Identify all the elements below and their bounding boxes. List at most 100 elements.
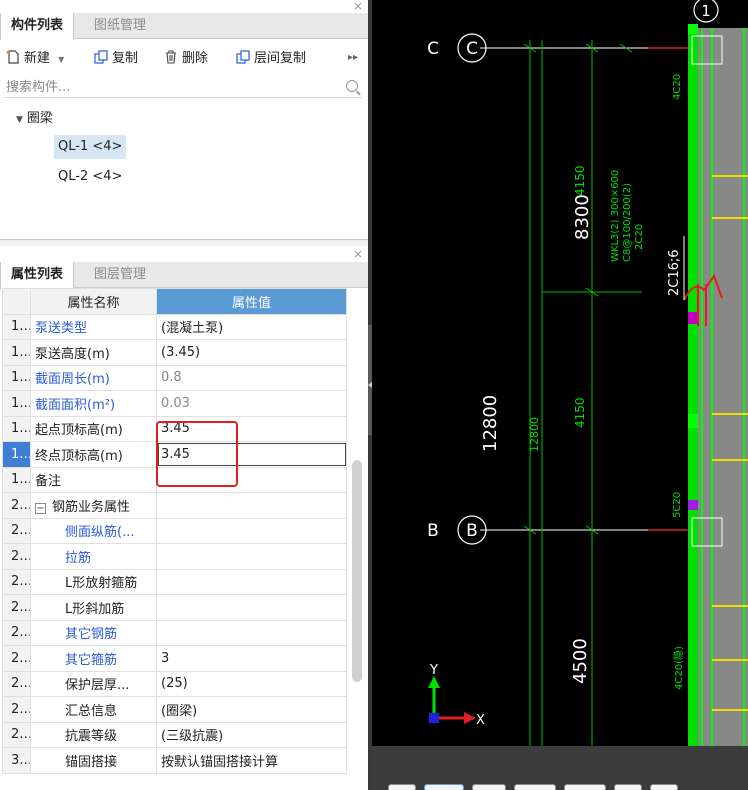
beam-edge-green [688, 28, 698, 746]
axis-b-label: B [466, 521, 478, 541]
table-row[interactable]: 20− 钢筋业务属性 [2, 492, 347, 519]
new-button[interactable]: 新建 ▼ [6, 48, 64, 70]
double-chevron-right-icon[interactable]: ▸▸ [348, 52, 358, 63]
view-button[interactable] [472, 784, 506, 790]
tab-component-list[interactable]: 构件列表 [0, 13, 75, 40]
axis-1-label: 1 [701, 2, 711, 20]
view-button[interactable] [564, 784, 606, 790]
row-number: 20 [2, 492, 31, 519]
component-toolbar: 新建 ▼ 复制 删除 层间复制 ▸▸ [0, 44, 368, 74]
view-button[interactable] [650, 784, 678, 790]
table-row[interactable]: 24 L形斜加筋 [2, 594, 347, 621]
grip-point[interactable] [688, 414, 698, 428]
property-value-cell[interactable]: 按默认锚固搭接计算 [156, 747, 347, 774]
table-row[interactable]: 25 其它钢筋 [2, 619, 347, 646]
rebar-label: 2C16;6 [667, 249, 682, 296]
tab-layer-manage[interactable]: 图层管理 [84, 262, 156, 288]
property-value-cell[interactable]: (3.45) [156, 339, 347, 366]
property-value-cell[interactable]: (25) [156, 670, 347, 697]
table-row[interactable]: 27 保护层厚... (25) [2, 670, 347, 697]
property-value-cell[interactable]: 0.03 [156, 390, 347, 417]
tab-drawing-manage[interactable]: 图纸管理 [84, 13, 156, 39]
table-row[interactable]: 15 截面周长(m) 0.8 [2, 364, 347, 391]
grip-point[interactable] [688, 312, 698, 324]
property-value-cell[interactable]: 3 [156, 645, 347, 672]
component-tabbar: 构件列表 图纸管理 [0, 13, 368, 40]
view-button[interactable] [388, 784, 416, 790]
property-value-cell[interactable]: (混凝土泵) [156, 313, 347, 340]
cad-viewport[interactable]: C C B B 8300 12800 4150 4150 12800 4500 … [372, 0, 748, 790]
table-row[interactable]: 22 拉筋 [2, 543, 347, 570]
row-number: 19 [2, 466, 31, 493]
table-row[interactable]: 29 抗震等级 (三级抗震) [2, 721, 347, 748]
tree-item-ql2[interactable]: QL-2 <4> [54, 165, 126, 189]
property-name-cell: L形斜加筋 [30, 594, 157, 621]
table-row[interactable]: 30 锚固搭接 按默认锚固搭接计算 [2, 747, 347, 774]
property-name-cell: 截面周长(m) [30, 364, 157, 391]
ucs-x-arrow [464, 712, 476, 724]
search-icon[interactable] [346, 80, 358, 92]
close-icon[interactable]: × [352, 0, 364, 12]
table-row[interactable]: 14 泵送高度(m) (3.45) [2, 339, 347, 366]
property-name: 抗震等级 [65, 729, 118, 745]
search-input[interactable] [4, 76, 324, 98]
property-value-cell[interactable] [156, 619, 347, 646]
property-name-cell: 其它钢筋 [30, 619, 157, 646]
highlight-box [156, 421, 238, 487]
table-row[interactable]: 21 侧面纵筋(... [2, 517, 347, 544]
property-name: 侧面纵筋(... [65, 525, 135, 541]
label-4c20: 4C20 [672, 74, 683, 100]
chevron-down-icon[interactable]: ▼ [58, 55, 64, 64]
property-name: 汇总信息 [65, 703, 118, 719]
property-name: 备注 [35, 474, 62, 490]
row-number: 14 [2, 339, 31, 366]
row-number: 15 [2, 364, 31, 391]
caret-down-icon[interactable]: ▼ [16, 115, 23, 125]
grip-point[interactable] [688, 500, 698, 510]
view-button[interactable] [424, 784, 464, 790]
property-value-cell[interactable]: 0.8 [156, 364, 347, 391]
property-value-cell[interactable] [156, 594, 347, 621]
delete-button[interactable]: 删除 [164, 48, 208, 70]
property-name-cell: 锚固搭接 [30, 747, 157, 774]
property-name-cell: 其它箍筋 [30, 645, 157, 672]
ucs-y-label: Y [429, 663, 438, 678]
table-row[interactable]: 16 截面面积(m²) 0.03 [2, 390, 347, 417]
view-button[interactable] [514, 784, 556, 790]
row-number: 30 [2, 747, 31, 774]
row-number: 29 [2, 721, 31, 748]
collapse-icon[interactable]: − [35, 502, 46, 514]
tree-group-ring-beam[interactable]: ▼ 圈梁 [16, 107, 53, 126]
floor-copy-button-label: 层间复制 [254, 51, 307, 66]
floor-copy-button[interactable]: 层间复制 [236, 48, 306, 70]
table-row[interactable]: 26 其它箍筋 3 [2, 645, 347, 672]
copy-button[interactable]: 复制 [94, 48, 138, 70]
copy-button-label: 复制 [112, 51, 139, 66]
tree-group-label: 圈梁 [26, 111, 53, 126]
vertical-scrollbar[interactable] [352, 460, 362, 682]
view-button[interactable] [614, 784, 642, 790]
tab-property-list[interactable]: 属性列表 [0, 262, 75, 289]
row-number: 17 [2, 415, 31, 442]
table-row[interactable]: 23 L形放射箍筋 [2, 568, 347, 595]
property-name-cell: 抗震等级 [30, 721, 157, 748]
property-value-cell[interactable] [156, 517, 347, 544]
property-value-cell[interactable]: (三级抗震) [156, 721, 347, 748]
property-value-cell[interactable] [156, 568, 347, 595]
property-name: 泵送高度(m) [35, 346, 110, 362]
property-value-cell[interactable] [156, 543, 347, 570]
table-row[interactable]: 13 泵送类型 (混凝土泵) [2, 313, 347, 340]
tree-item-ql1[interactable]: QL-1 <4> [54, 135, 127, 159]
close-icon[interactable]: × [352, 248, 364, 260]
delete-button-label: 删除 [182, 51, 209, 66]
property-value-cell[interactable] [156, 492, 347, 519]
property-value-cell[interactable]: (圈梁) [156, 696, 347, 723]
property-name-cell: 截面面积(m²) [30, 390, 157, 417]
property-name: 泵送类型 [35, 321, 88, 337]
row-number: 13 [2, 313, 31, 340]
ucs-x-label: X [476, 713, 485, 728]
table-row[interactable]: 28 汇总信息 (圈梁) [2, 696, 347, 723]
property-name: L形斜加筋 [65, 601, 125, 617]
grip-point[interactable] [688, 24, 698, 34]
property-name: 锚固搭接 [65, 754, 118, 770]
